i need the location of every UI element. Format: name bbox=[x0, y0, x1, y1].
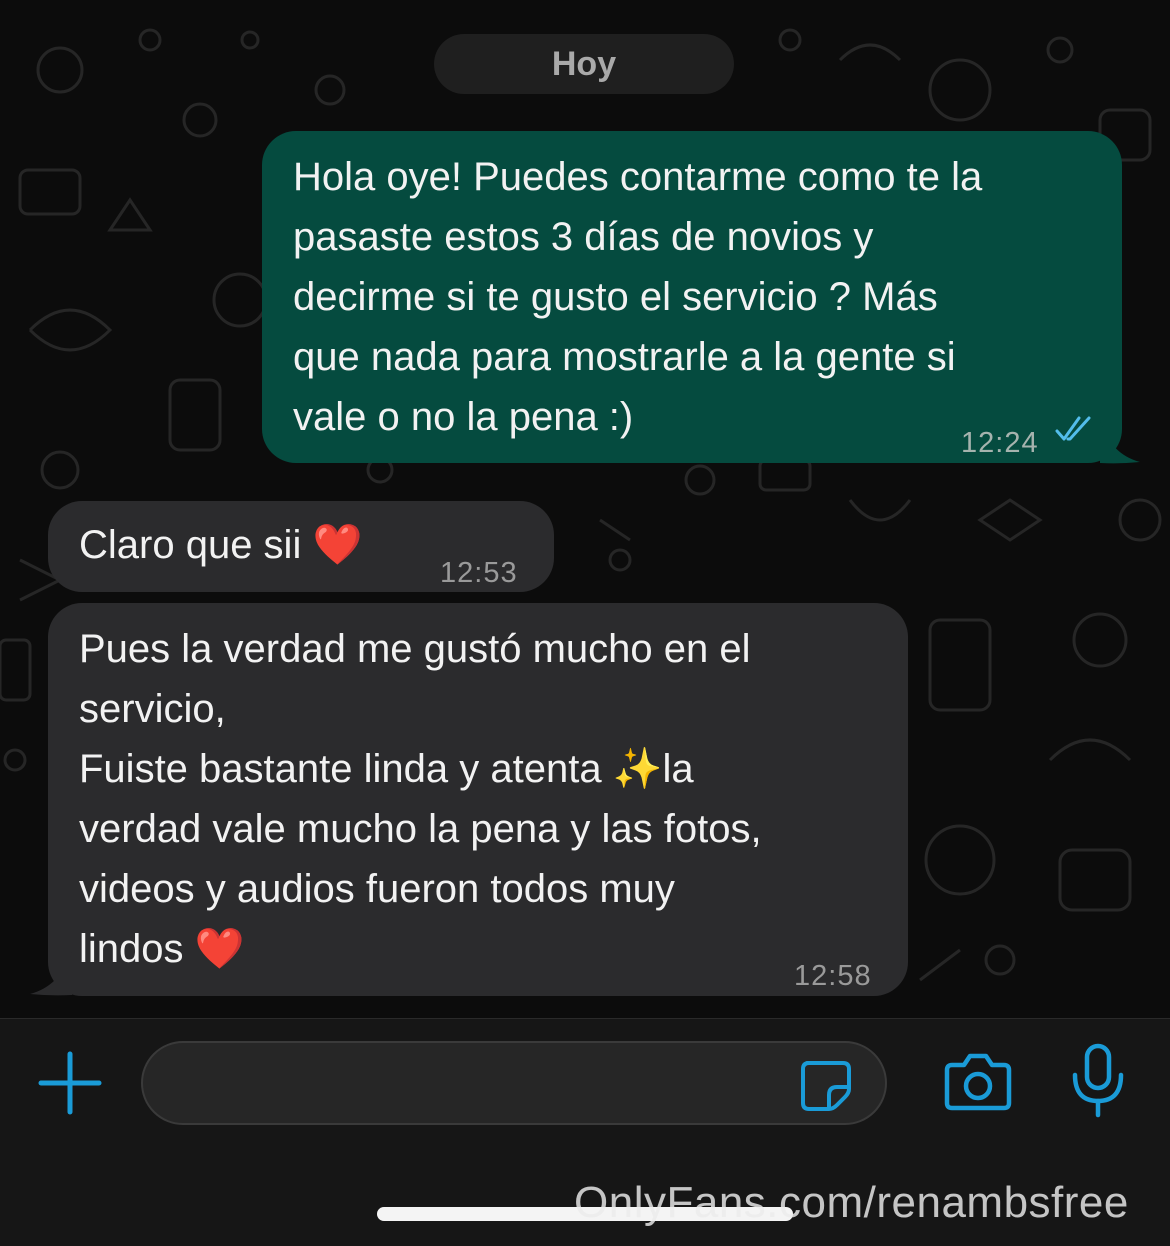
plus-icon[interactable] bbox=[38, 1051, 102, 1115]
message-line: Claro que sii ❤️ bbox=[79, 523, 363, 567]
message-bubble-outgoing[interactable]: Hola oye! Puedes contarme como te la pas… bbox=[262, 131, 1122, 463]
bubble-tail-incoming bbox=[30, 952, 72, 996]
message-bubble-incoming[interactable]: Claro que sii ❤️ 12:53 bbox=[48, 501, 554, 592]
message-time: 12:58 bbox=[794, 960, 872, 992]
message-line: Pues la verdad me gustó mucho en el bbox=[79, 627, 751, 671]
message-line: vale o no la pena :) bbox=[293, 395, 634, 439]
message-input-field[interactable] bbox=[141, 1041, 887, 1125]
date-chip: Hoy bbox=[434, 34, 734, 94]
sticker-icon[interactable] bbox=[797, 1057, 853, 1113]
message-line: verdad vale mucho la pena y las fotos, bbox=[79, 807, 762, 851]
message-line: videos y audios fueron todos muy bbox=[79, 867, 675, 911]
watermark: OnlyFans.com/renambsfree bbox=[574, 1178, 1129, 1227]
camera-icon[interactable] bbox=[944, 1051, 1012, 1113]
message-line: pasaste estos 3 días de novios y bbox=[293, 215, 874, 259]
message-input[interactable] bbox=[167, 1061, 787, 1105]
microphone-icon[interactable] bbox=[1068, 1043, 1128, 1119]
message-line: lindos ❤️ bbox=[79, 927, 245, 971]
message-line: decirme si te gusto el servicio ? Más bbox=[293, 275, 938, 319]
message-time: 12:24 bbox=[961, 427, 1039, 459]
message-line: servicio, bbox=[79, 687, 226, 731]
message-line: Hola oye! Puedes contarme como te la bbox=[293, 155, 983, 199]
message-time: 12:53 bbox=[440, 557, 518, 589]
bubble-tail-outgoing bbox=[1100, 420, 1140, 464]
message-line: que nada para mostrarle a la gente si bbox=[293, 335, 956, 379]
double-check-read-icon bbox=[1055, 416, 1091, 441]
message-bubble-incoming[interactable]: Pues la verdad me gustó mucho en el serv… bbox=[48, 603, 908, 996]
message-line: Fuiste bastante linda y atenta ✨la bbox=[79, 747, 694, 791]
chat-screen: Hoy Hola oye! Puedes contarme como te la… bbox=[0, 0, 1170, 1246]
